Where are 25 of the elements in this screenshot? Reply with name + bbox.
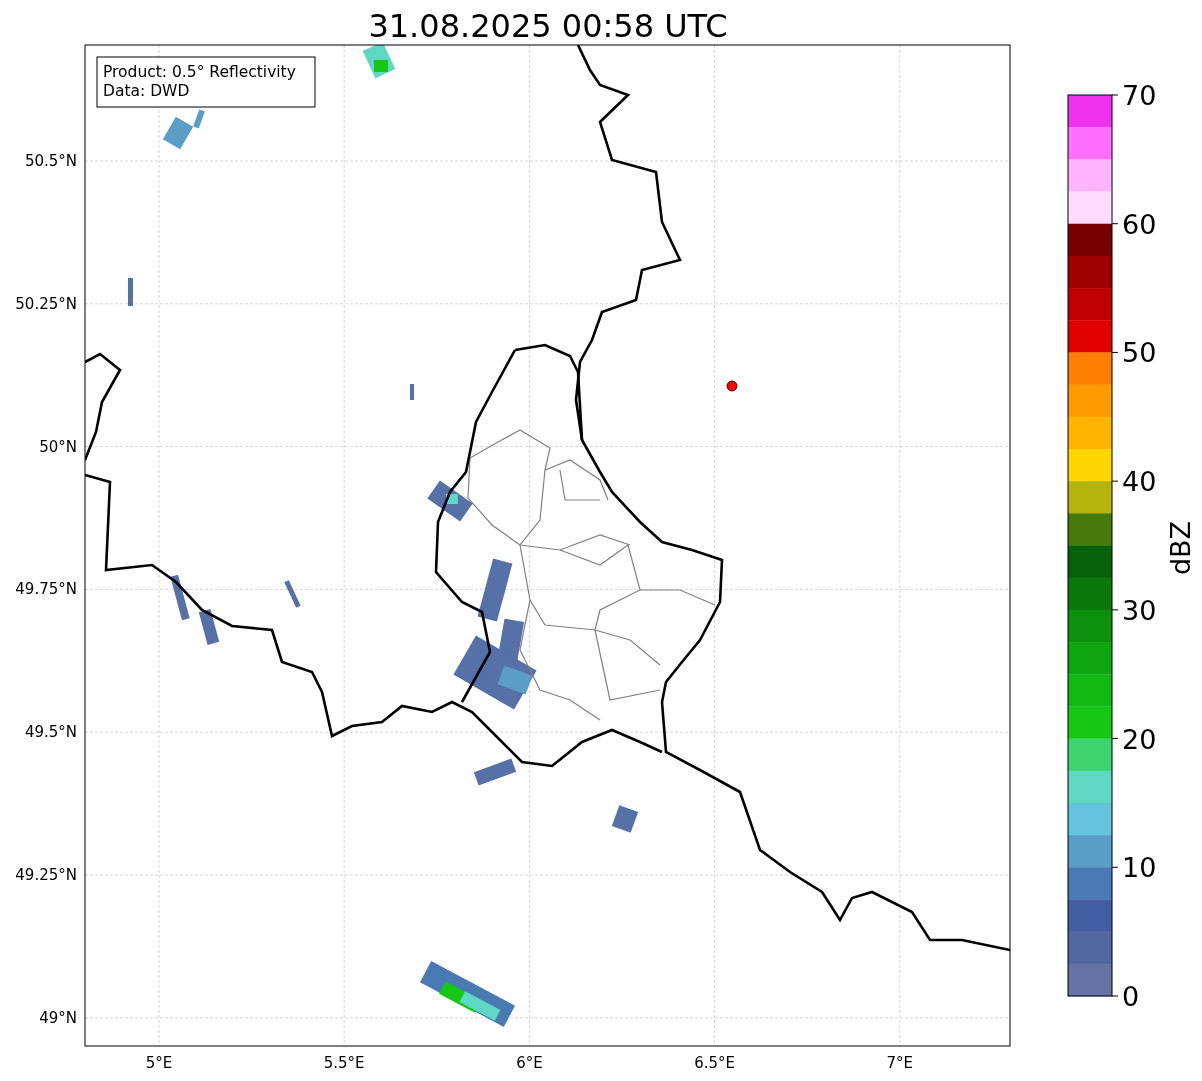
chart-title: 31.08.2025 00:58 UTC xyxy=(368,7,728,45)
axis-tick-label: 7°E xyxy=(886,1054,914,1072)
colorbar-tick-label: 60 xyxy=(1122,208,1157,240)
axis-tick-label: 49°N xyxy=(39,1008,77,1027)
colorbar-tick-label: 0 xyxy=(1122,981,1140,1012)
axis-tick-label: 50.25°N xyxy=(15,294,77,313)
axis-tick-label: 6.5°E xyxy=(694,1054,735,1072)
colorbar-tick-label: 50 xyxy=(1122,337,1157,369)
colorbar-tick-label: 20 xyxy=(1122,723,1157,755)
axis-tick-label: 6°E xyxy=(516,1054,543,1072)
colorbar-tick-label: 10 xyxy=(1122,852,1157,884)
colorbar-tick-label: 30 xyxy=(1122,594,1157,626)
station-marker xyxy=(726,380,738,392)
axis-tick-label: 49.75°N xyxy=(15,580,77,599)
axis-tick-label: 49.25°N xyxy=(15,866,77,884)
axis-tick-label: 5°E xyxy=(145,1054,173,1072)
axis-tick-label: 49.5°N xyxy=(24,723,77,742)
info-text: Data: DWD xyxy=(103,82,190,100)
axis-tick-label: 50.5°N xyxy=(24,152,77,170)
colorbar-tick-label: 70 xyxy=(1122,80,1157,111)
axis-tick-label: 50°N xyxy=(39,437,77,456)
colorbar-label: dBZ xyxy=(1165,520,1196,576)
colorbar-tick-label: 40 xyxy=(1122,466,1157,498)
info-text: Product: 0.5° Reflectivity xyxy=(103,63,296,81)
axis-tick-label: 5.5°E xyxy=(323,1054,365,1072)
